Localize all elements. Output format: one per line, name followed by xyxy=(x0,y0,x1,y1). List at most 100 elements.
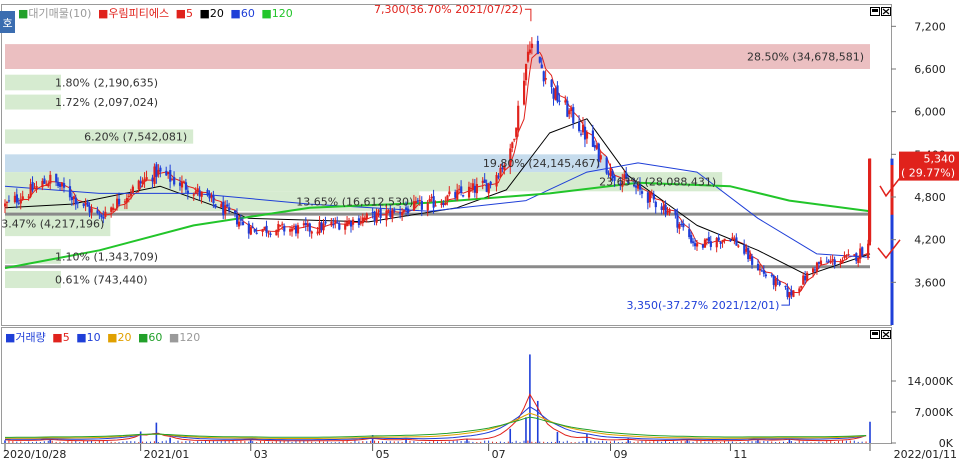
candle-body xyxy=(167,171,170,175)
candle-body xyxy=(361,217,364,224)
candle-body xyxy=(747,248,750,260)
candle-body xyxy=(806,272,809,282)
candle-body xyxy=(17,202,20,204)
candle-body xyxy=(583,126,587,140)
candle-body xyxy=(401,212,404,216)
volume-spike-bar xyxy=(155,422,158,443)
legend-item-ma120: 120 xyxy=(272,7,293,20)
candle-body xyxy=(348,220,351,224)
candle-body xyxy=(833,259,836,265)
legend-item-ma5: 5 xyxy=(186,7,193,20)
candle-body xyxy=(98,213,101,215)
candle-body xyxy=(674,209,677,215)
legend-item-vma60: 60 xyxy=(148,331,162,344)
candle-body xyxy=(682,223,685,228)
candle-body xyxy=(568,110,571,115)
candle-body xyxy=(813,269,817,271)
candle-body xyxy=(68,186,72,198)
candle-body xyxy=(798,288,801,292)
candle-body xyxy=(239,219,243,221)
candle-body xyxy=(839,262,842,264)
candle-body xyxy=(61,182,64,187)
candle-body xyxy=(857,257,860,263)
candle-body xyxy=(694,243,697,247)
legend-item-vma5: 5 xyxy=(63,331,70,344)
candle-body xyxy=(399,211,402,214)
candle-body xyxy=(418,200,422,202)
candle-body xyxy=(141,180,144,185)
candle-body xyxy=(84,203,87,205)
candle-body xyxy=(279,225,282,227)
candle-body xyxy=(19,199,22,204)
low-price-annotation: 3,350(-37.27% 2021/12/01) xyxy=(627,299,780,312)
candle-body xyxy=(678,224,681,229)
candle-body xyxy=(344,223,347,230)
candle-body xyxy=(564,100,567,103)
candle-body xyxy=(566,100,569,117)
candle-body xyxy=(322,223,325,231)
volume-pane-maximize-icon[interactable] xyxy=(870,330,880,339)
candle-body xyxy=(137,180,140,190)
tab-label: 호 xyxy=(2,17,12,30)
candle-body xyxy=(668,209,671,214)
candle-body xyxy=(21,196,24,200)
candle-body xyxy=(72,196,76,200)
candle-body xyxy=(45,185,48,187)
candle-body xyxy=(184,182,188,190)
volume-pane-close-icon[interactable] xyxy=(881,330,891,339)
candle-body xyxy=(208,193,211,199)
legend-item-stock: 우림피티에스 xyxy=(108,7,169,20)
candle-body xyxy=(350,221,353,227)
candle-body xyxy=(511,142,514,149)
candle-body xyxy=(173,177,176,185)
candle-body xyxy=(224,205,227,214)
candle-body xyxy=(275,229,278,236)
candle-body xyxy=(41,180,44,188)
candle-body xyxy=(440,203,443,206)
price-pane-close-icon[interactable] xyxy=(881,7,891,16)
candle-body xyxy=(55,173,58,183)
candle-body xyxy=(580,133,583,135)
candle-body xyxy=(214,204,217,208)
date-tick-label: 03 xyxy=(254,448,268,461)
candle-body xyxy=(676,214,679,228)
candle-body xyxy=(591,130,595,147)
price-pane-maximize-icon[interactable] xyxy=(870,7,880,16)
volume-spike-bar xyxy=(169,437,171,443)
candle-body xyxy=(235,214,239,225)
candle-body xyxy=(859,248,862,259)
candle-body xyxy=(112,207,115,210)
candle-body xyxy=(743,245,746,254)
candle-body xyxy=(751,256,754,265)
legend-marker: ■ xyxy=(169,331,179,344)
candle-body xyxy=(690,235,693,243)
candle-body xyxy=(654,201,657,208)
candle-body xyxy=(800,285,803,288)
candle-body xyxy=(76,202,79,204)
volume-zone-label: 3.47% (4,217,196) xyxy=(1,218,104,231)
candle-body xyxy=(861,247,864,256)
candle-body xyxy=(599,155,602,160)
candle-body xyxy=(572,107,575,124)
candle-body xyxy=(178,182,182,186)
candle-body xyxy=(855,253,858,261)
candle-body xyxy=(705,238,709,241)
candle-body xyxy=(764,274,768,277)
candle-body xyxy=(867,243,870,258)
candle-body xyxy=(528,49,532,53)
candle-body xyxy=(456,190,459,200)
legend-marker: ■ xyxy=(5,331,15,344)
candle-body xyxy=(49,174,52,184)
candle-body xyxy=(316,231,319,234)
candle-body xyxy=(530,43,534,48)
candle-body xyxy=(434,205,437,207)
candle-body xyxy=(251,226,254,228)
candle-body xyxy=(517,105,520,131)
candle-body xyxy=(745,249,748,252)
candle-body xyxy=(703,239,707,248)
chart-window: 28.50% (34,678,581) 19.80% (24,145,467) 23… xyxy=(0,0,959,463)
candle-body xyxy=(302,223,306,226)
price-tick-label: 7,200 xyxy=(914,20,946,33)
candle-body xyxy=(31,182,34,191)
volume-spike-bar xyxy=(509,428,512,443)
